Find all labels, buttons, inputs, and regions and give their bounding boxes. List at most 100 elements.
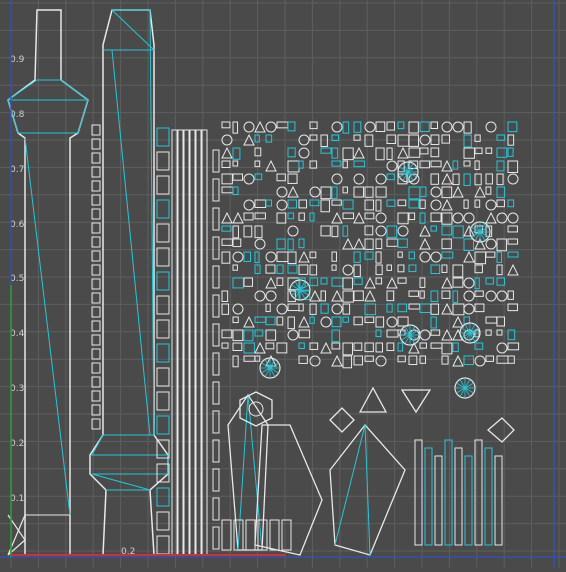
chip-island — [364, 251, 374, 260]
pillar-chip — [156, 271, 170, 291]
chip-island — [507, 238, 519, 245]
tri-island — [353, 146, 365, 159]
chip-island — [496, 199, 505, 208]
chip-island — [375, 277, 383, 285]
chip-island — [441, 225, 453, 236]
chip-island — [320, 303, 329, 314]
chip-island — [386, 173, 395, 181]
tri-island — [397, 146, 409, 159]
chip-island — [364, 316, 375, 324]
chip-island — [221, 160, 231, 169]
chip-island — [287, 212, 295, 220]
chip-island — [309, 199, 320, 207]
tall-strip — [414, 439, 423, 546]
chip-island — [232, 355, 239, 368]
pillar — [189, 129, 196, 556]
chip-island — [463, 121, 472, 134]
chip-island — [232, 225, 239, 239]
tri-island — [298, 315, 310, 328]
uv-islands[interactable] — [7, 9, 520, 556]
chip-island — [485, 329, 492, 336]
round-island — [485, 290, 497, 302]
chip-island — [221, 251, 231, 264]
chip-island — [276, 212, 287, 224]
chip-island — [397, 251, 403, 258]
tri-island — [254, 341, 266, 354]
round-island — [342, 264, 354, 276]
chip-island — [386, 225, 398, 238]
chip-island — [353, 316, 363, 326]
round-island — [265, 251, 277, 263]
chip-island — [320, 199, 330, 213]
chip-island — [430, 316, 437, 329]
side-strip — [212, 497, 220, 521]
round-island — [430, 251, 442, 263]
chip-island — [441, 264, 448, 273]
chip-island — [474, 147, 483, 155]
tri-island — [265, 276, 277, 289]
chip-island — [485, 186, 492, 195]
tri-island — [309, 289, 321, 302]
tri-island — [331, 289, 343, 302]
chip-island — [243, 212, 254, 221]
chip-island — [243, 342, 255, 354]
triangle-edges — [7, 79, 89, 134]
chip-island — [430, 225, 437, 232]
chip-island — [441, 186, 453, 199]
tri-island — [353, 211, 365, 224]
chip-island — [243, 251, 251, 262]
chip-island — [408, 251, 415, 260]
chip-island — [386, 342, 395, 352]
chip-island — [474, 290, 484, 297]
uv-editor-viewport[interactable]: 0.9 0.8 0.7 0.6 0.5 0.4 0.3 0.2 0.1 0.2 — [0, 0, 566, 568]
pillar-chip — [156, 511, 170, 531]
round-island — [320, 316, 332, 328]
round-island — [298, 147, 310, 159]
chip-island — [419, 342, 427, 349]
chip-island — [232, 173, 244, 181]
tri-island — [364, 289, 376, 302]
round-island — [309, 355, 321, 367]
chip-island — [496, 160, 505, 172]
uv-canvas[interactable]: 0.90.80.70.60.50.40.30.20.1 0.2 — [0, 0, 566, 568]
round-island — [463, 277, 475, 289]
chip-island — [386, 121, 395, 131]
chip-island — [232, 316, 239, 324]
round-island — [430, 186, 442, 198]
chip-island — [430, 173, 440, 185]
chip-island — [287, 199, 297, 209]
chip-island — [342, 160, 348, 169]
chip-island — [375, 342, 384, 353]
chip-island — [342, 316, 349, 323]
chip-island — [342, 147, 354, 161]
tri-island — [463, 250, 475, 263]
round-island — [331, 121, 343, 133]
v-tick-label: 0.3 — [10, 384, 24, 394]
chip-island — [353, 251, 361, 263]
pillar — [195, 129, 202, 556]
chip-island — [342, 199, 354, 210]
chip-island — [485, 173, 493, 185]
round-island — [287, 225, 299, 237]
tall-strip — [434, 455, 443, 546]
chip-island — [430, 290, 439, 302]
chip-island — [232, 121, 239, 134]
chip-island — [408, 134, 420, 147]
chip-island — [232, 160, 239, 167]
side-strip — [212, 352, 220, 376]
tri-island — [452, 185, 464, 198]
chip-island — [364, 212, 375, 220]
chip-island — [397, 277, 407, 284]
chip-island — [265, 264, 276, 274]
round-island — [309, 186, 321, 198]
round-island — [254, 290, 266, 302]
chip-island — [265, 316, 276, 326]
round-island — [232, 251, 244, 263]
round-island — [397, 225, 409, 237]
chip-island — [507, 342, 520, 351]
chip-island — [430, 147, 440, 158]
chip-island — [276, 264, 284, 274]
chip-island — [331, 264, 337, 271]
chip-island — [364, 186, 374, 198]
chip-island — [485, 277, 494, 285]
